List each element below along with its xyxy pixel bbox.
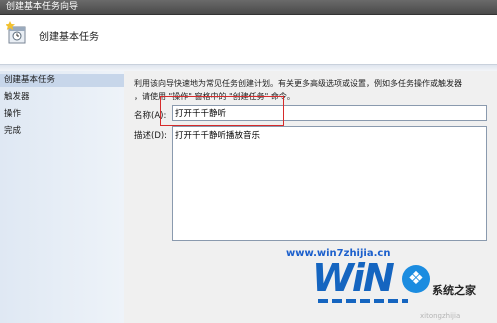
task-description-input[interactable]: 打开千千静听播放音乐 <box>172 126 487 241</box>
description-line-1: 利用该向导快速地为常见任务创建计划。有关更多高级选项或设置，例如多任务操作或触发… <box>134 79 462 88</box>
header-divider <box>0 64 497 71</box>
watermark-faint-text: xitongzhijia <box>420 312 461 320</box>
step-action[interactable]: 操作 <box>0 108 124 121</box>
window-title: 创建基本任务向导 <box>6 2 79 12</box>
step-finish[interactable]: 完成 <box>0 125 124 138</box>
watermark-site-name: 系统之家 <box>432 284 476 297</box>
wizard-heading: 创建基本任务 <box>39 32 99 43</box>
watermark-logo-text: WiN <box>312 256 395 300</box>
step-create-basic-task[interactable]: 创建基本任务 <box>0 74 124 87</box>
watermark-logo-icon: ❖ <box>402 265 430 293</box>
step-trigger[interactable]: 触发器 <box>0 91 124 104</box>
wizard-header: 创建基本任务 <box>0 15 497 64</box>
wizard-icon <box>6 21 26 44</box>
description-label: 描述(D): <box>134 131 168 141</box>
wizard-steps-sidebar: 创建基本任务 触发器 操作 完成 <box>0 71 124 323</box>
watermark-decoration <box>318 299 408 303</box>
window-titlebar: 创建基本任务向导 <box>0 0 497 15</box>
annotation-highlight-box <box>160 96 284 126</box>
